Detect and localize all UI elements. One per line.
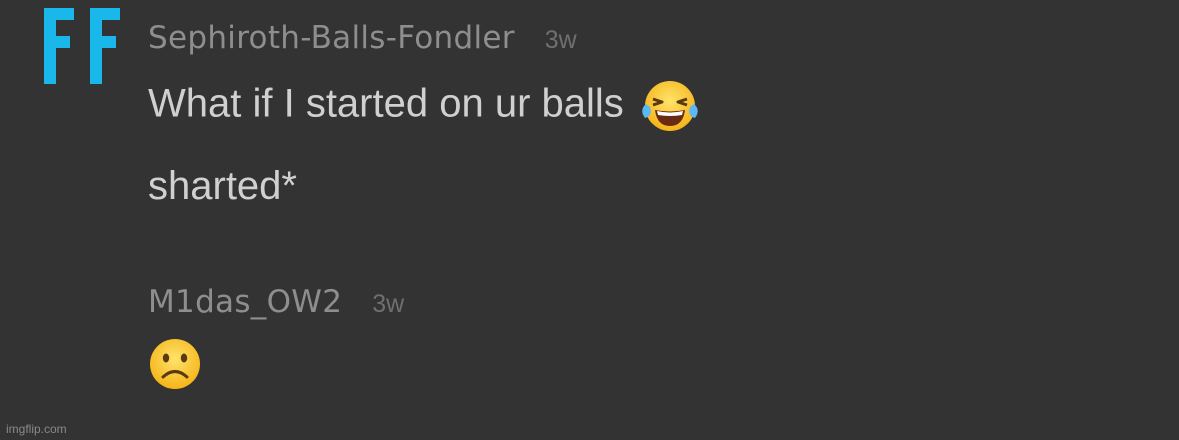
ff-logo-icon[interactable]: [44, 8, 122, 84]
username[interactable]: M1das_OW2: [148, 284, 342, 320]
comment-message: What if I started on ur balls: [148, 80, 699, 132]
comment-header: M1das_OW2 3w: [148, 284, 404, 320]
timestamp: 3w: [372, 290, 405, 318]
message-text: sharted*: [148, 164, 297, 208]
message-text: What if I started on ur balls: [148, 81, 624, 126]
comment-message: sharted*: [148, 166, 297, 206]
username[interactable]: Sephiroth-Balls-Fondler: [148, 20, 515, 56]
imgflip-watermark: imgflip.com: [6, 422, 67, 436]
comment-message: [148, 338, 202, 390]
frowning-face-emoji: [148, 338, 202, 390]
comment-header: Sephiroth-Balls-Fondler 3w: [148, 20, 577, 56]
face-with-tears-of-joy-emoji: [641, 80, 699, 132]
timestamp: 3w: [544, 26, 577, 54]
